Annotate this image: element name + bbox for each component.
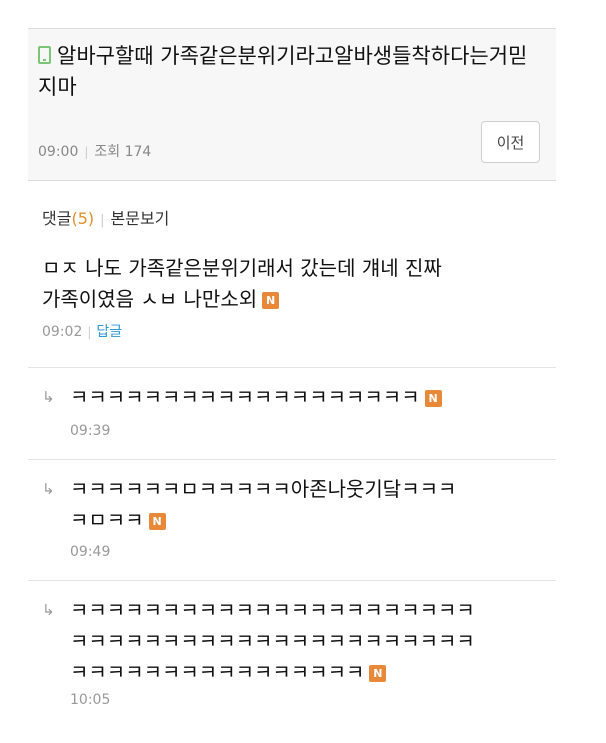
comment-text: ㅋㅋㅋㅋㅋㅋㅋㅋㅋㅋㅋㅋㅋㅋㅋㅋㅋㅋㅋ N — [70, 382, 442, 413]
comment-line: ㅁㅈ 나도 가족같은분위기래서 갔는데 걔네 진짜 — [42, 256, 442, 280]
post-meta: 09:00 | 조회 174 — [38, 141, 151, 161]
divider: | — [87, 325, 92, 339]
comment-text: ㅋㅋㅋㅋㅋㅋㅁㅋㅋㅋㅋㅋ아존나웃기닼ㅋㅋㅋ ㅋㅁㅋㅋ N — [70, 474, 456, 536]
comment-time: 10:05 — [70, 692, 111, 708]
reply-link[interactable]: 답글 — [96, 324, 122, 340]
reply-item: ↳ ㅋㅋㅋㅋㅋㅋㅋㅋㅋㅋㅋㅋㅋㅋㅋㅋㅋㅋㅋㅋㅋㅋ ㅋㅋㅋㅋㅋㅋㅋㅋㅋㅋㅋㅋㅋㅋㅋ… — [28, 581, 556, 721]
reply-arrow-icon: ↳ — [42, 388, 55, 406]
comment-line: ㅋㅋㅋㅋㅋㅋㅋㅋㅋㅋㅋㅋㅋㅋㅋㅋㅋㅋㅋㅋㅋㅋ — [70, 629, 475, 653]
comment-item: ㅁㅈ 나도 가족같은분위기래서 갔는데 걔네 진짜 가족이였음 ㅅㅂ 나만소외 N… — [28, 241, 556, 368]
reply-item: ↳ ㅋㅋㅋㅋㅋㅋㅋㅋㅋㅋㅋㅋㅋㅋㅋㅋㅋㅋㅋ N 09:39 — [28, 368, 556, 460]
reply-arrow-icon: ↳ — [42, 601, 55, 619]
comment-time: 09:02 — [42, 324, 83, 340]
comments-bar: 댓글(5) | 본문보기 — [28, 181, 556, 241]
reply-item: ↳ ㅋㅋㅋㅋㅋㅋㅁㅋㅋㅋㅋㅋ아존나웃기닼ㅋㅋㅋ ㅋㅁㅋㅋ N 09:49 — [28, 460, 556, 581]
view-body-link[interactable]: 본문보기 — [111, 209, 170, 228]
divider: | — [84, 145, 89, 159]
comment-time: 09:49 — [70, 544, 111, 560]
comment-line: ㅋㅋㅋㅋㅋㅋㅋㅋㅋㅋㅋㅋㅋㅋㅋㅋㅋㅋㅋ — [70, 385, 420, 409]
post-title: 알바구할때 가족같은분위기라고알바생들착하다는거믿지마 — [38, 41, 542, 103]
comment-line: ㅋㅋㅋㅋㅋㅋㅋㅋㅋㅋㅋㅋㅋㅋㅋㅋ — [70, 660, 365, 684]
comment-meta: 09:02 | 답글 — [42, 321, 442, 341]
comment-line: 가족이였음 ㅅㅂ 나만소외 — [42, 287, 258, 311]
divider: | — [100, 213, 105, 228]
comment-line: ㅋㅋㅋㅋㅋㅋㅁㅋㅋㅋㅋㅋ아존나웃기닼ㅋㅋㅋ — [70, 477, 457, 501]
post-title-text: 알바구할때 가족같은분위기라고알바생들착하다는거믿지마 — [38, 44, 528, 99]
view-count: 조회 174 — [94, 144, 152, 160]
reply-arrow-icon: ↳ — [42, 480, 55, 498]
post-card: 알바구할때 가족같은분위기라고알바생들착하다는거믿지마 09:00 | 조회 174… — [28, 28, 556, 721]
new-badge: N — [148, 513, 166, 530]
post-header: 알바구할때 가족같은분위기라고알바생들착하다는거믿지마 09:00 | 조회 174… — [28, 28, 556, 181]
prev-button[interactable]: 이전 — [481, 121, 540, 163]
new-badge: N — [262, 292, 280, 309]
new-badge: N — [424, 390, 442, 407]
post-time: 09:00 — [38, 144, 79, 160]
comment-line: ㅋㅁㅋㅋ — [70, 508, 144, 532]
mobile-icon — [38, 46, 51, 64]
comment-text: ㅁㅈ 나도 가족같은분위기래서 갔는데 걔네 진짜 가족이였음 ㅅㅂ 나만소외 N — [42, 253, 442, 315]
comment-text: ㅋㅋㅋㅋㅋㅋㅋㅋㅋㅋㅋㅋㅋㅋㅋㅋㅋㅋㅋㅋㅋㅋ ㅋㅋㅋㅋㅋㅋㅋㅋㅋㅋㅋㅋㅋㅋㅋㅋㅋ… — [70, 595, 475, 688]
comments-label[interactable]: 댓글 — [42, 209, 71, 228]
comment-time: 09:39 — [70, 423, 111, 439]
comment-line: ㅋㅋㅋㅋㅋㅋㅋㅋㅋㅋㅋㅋㅋㅋㅋㅋㅋㅋㅋㅋㅋㅋ — [70, 598, 475, 622]
new-badge: N — [369, 665, 387, 682]
comments-count: (5) — [71, 209, 95, 228]
